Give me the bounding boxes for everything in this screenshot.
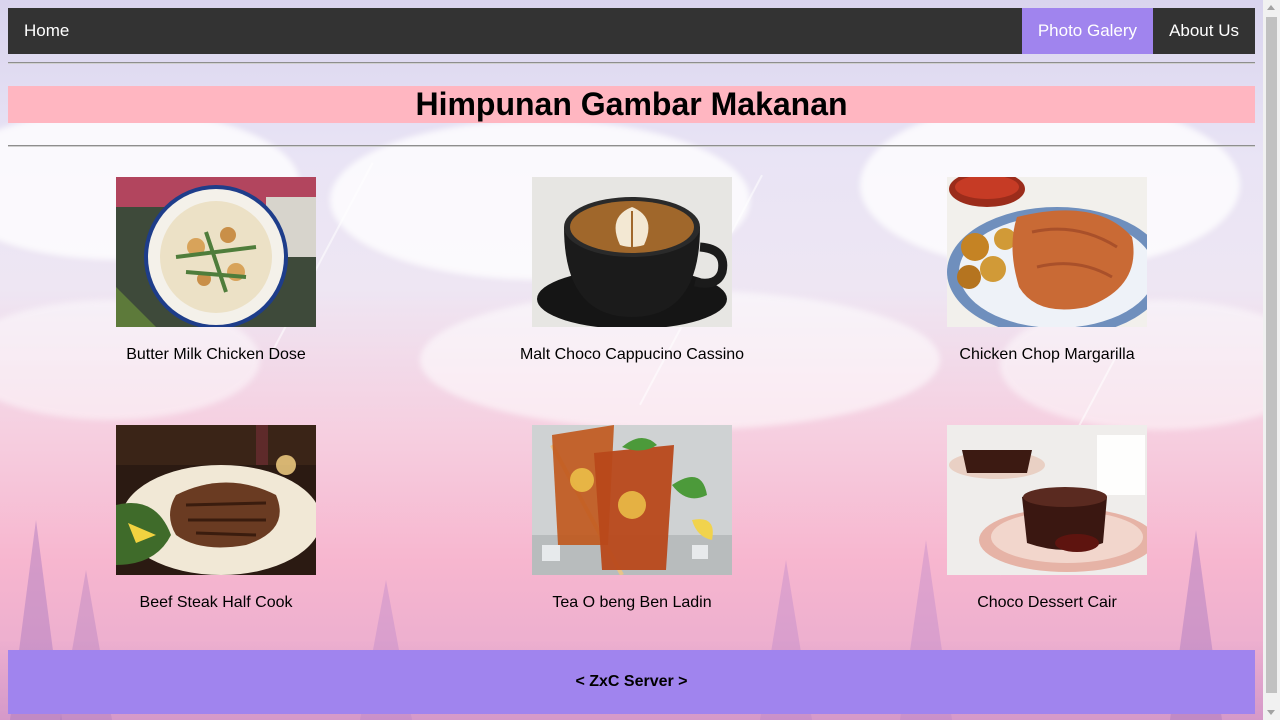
vertical-scrollbar[interactable] bbox=[1263, 0, 1280, 720]
page-title: Himpunan Gambar Makanan bbox=[415, 86, 848, 122]
top-navbar: Home Photo Galery About Us bbox=[8, 8, 1255, 54]
gallery-card: Beef Steak Half Cook bbox=[96, 425, 336, 612]
gallery-caption: Choco Dessert Cair bbox=[977, 594, 1117, 611]
scroll-down-arrow-icon[interactable] bbox=[1267, 710, 1275, 715]
gallery-caption: Malt Choco Cappucino Cassino bbox=[519, 346, 745, 363]
page-content: Home Photo Galery About Us Himpunan Gamb… bbox=[8, 8, 1255, 647]
title-band: Himpunan Gambar Makanan bbox=[8, 86, 1255, 123]
photo-gallery: Butter Milk Chicken Dose Malt Choco Capp… bbox=[8, 177, 1255, 647]
divider-bottom bbox=[8, 145, 1255, 147]
gallery-card: Malt Choco Cappucino Cassino bbox=[512, 177, 752, 364]
footer: < ZxC Server > bbox=[8, 650, 1255, 714]
gallery-caption: Beef Steak Half Cook bbox=[139, 594, 293, 611]
footer-text: < ZxC Server > bbox=[575, 673, 688, 690]
gallery-caption: Butter Milk Chicken Dose bbox=[126, 346, 306, 363]
nav-home[interactable]: Home bbox=[8, 8, 85, 54]
gallery-card: Tea O beng Ben Ladin bbox=[512, 425, 752, 612]
gallery-caption: Chicken Chop Margarilla bbox=[959, 346, 1135, 363]
food-image bbox=[116, 177, 316, 327]
food-image bbox=[116, 425, 316, 575]
nav-photo-galery[interactable]: Photo Galery bbox=[1021, 8, 1154, 54]
scroll-up-arrow-icon[interactable] bbox=[1267, 5, 1275, 10]
divider-top bbox=[8, 62, 1255, 64]
scrollbar-thumb[interactable] bbox=[1266, 17, 1277, 693]
food-image bbox=[532, 177, 732, 327]
food-image bbox=[947, 177, 1147, 327]
food-image bbox=[532, 425, 732, 575]
gallery-card: Choco Dessert Cair bbox=[927, 425, 1167, 612]
gallery-card: Chicken Chop Margarilla bbox=[927, 177, 1167, 364]
food-image bbox=[947, 425, 1147, 575]
nav-about-us[interactable]: About Us bbox=[1153, 8, 1255, 54]
gallery-card: Butter Milk Chicken Dose bbox=[96, 177, 336, 364]
gallery-caption: Tea O beng Ben Ladin bbox=[552, 594, 712, 611]
